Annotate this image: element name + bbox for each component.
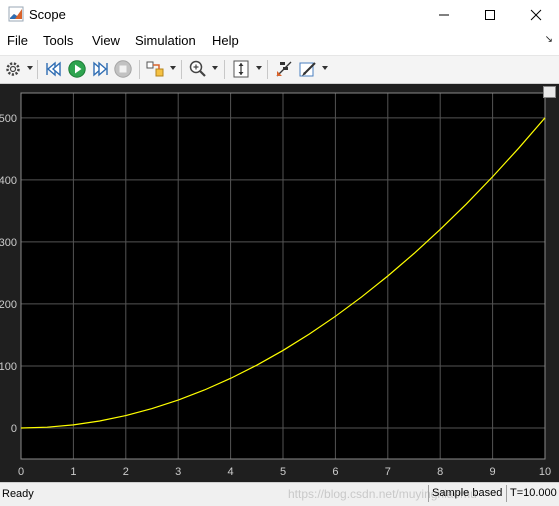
status-ready: Ready [2, 488, 34, 500]
step-back-icon[interactable] [44, 59, 64, 79]
menu-help[interactable]: Help [212, 33, 239, 48]
x-tick-label: 10 [539, 466, 551, 478]
style-dropdown-icon[interactable] [322, 66, 328, 70]
window-title: Scope [29, 7, 66, 22]
menu-tools[interactable]: Tools [43, 33, 73, 48]
stop-icon[interactable] [113, 59, 133, 79]
toolbar-separator [224, 60, 225, 79]
step-forward-icon[interactable] [90, 59, 110, 79]
settings-icon[interactable] [4, 59, 22, 79]
x-tick-label: 7 [385, 466, 391, 478]
menu-file[interactable]: File [7, 33, 28, 48]
maximize-button[interactable] [467, 0, 513, 30]
y-tick-label: 400 [0, 175, 17, 187]
line-plot[interactable]: 0 1 2 3 4 5 6 7 8 9 100100200300400500 [0, 84, 559, 482]
title-bar: Scope [0, 0, 559, 30]
zoom-dropdown-icon[interactable] [212, 66, 218, 70]
autoscale-icon[interactable] [231, 59, 251, 79]
close-icon [530, 9, 542, 21]
x-tick-label: 4 [228, 466, 234, 478]
undock-button[interactable] [543, 86, 556, 98]
x-tick-label: 9 [490, 466, 496, 478]
menu-bar: File Tools View Simulation Help ↘ [0, 30, 559, 52]
x-tick-label: 3 [175, 466, 181, 478]
close-button[interactable] [513, 0, 559, 30]
x-tick-label: 0 [18, 466, 24, 478]
toolbar-separator [139, 60, 140, 79]
status-sample-mode: Sample based [428, 485, 506, 502]
y-tick-label: 300 [0, 237, 17, 249]
y-tick-label: 0 [11, 423, 17, 435]
matlab-logo-icon [8, 6, 24, 22]
maximize-icon [485, 10, 495, 20]
toolbar [0, 55, 559, 84]
dock-arrow-icon[interactable]: ↘ [545, 34, 553, 45]
highlight-dropdown-icon[interactable] [170, 66, 176, 70]
minimize-button[interactable] [421, 0, 467, 30]
toolbar-separator [267, 60, 268, 79]
settings-dropdown-icon[interactable] [27, 66, 33, 70]
y-tick-label: 200 [0, 299, 17, 311]
highlight-block-icon[interactable] [145, 59, 165, 79]
menu-simulation[interactable]: Simulation [135, 33, 196, 48]
zoom-icon[interactable] [188, 59, 208, 79]
minimize-icon [439, 14, 449, 16]
x-tick-label: 8 [437, 466, 443, 478]
x-tick-label: 5 [280, 466, 286, 478]
scope-display[interactable]: 0 1 2 3 4 5 6 7 8 9 10 0 100 200 300 400 500 [0, 84, 559, 482]
x-tick-label: 6 [332, 466, 338, 478]
y-tick-label: 500 [0, 113, 17, 125]
run-icon[interactable] [67, 59, 87, 79]
x-tick-label: 2 [123, 466, 129, 478]
style-icon[interactable] [298, 59, 318, 79]
menu-view[interactable]: View [92, 33, 120, 48]
y-tick-label: 100 [0, 361, 17, 373]
x-tick-label: 1 [70, 466, 76, 478]
status-bar: Ready https://blog.csdn.net/muyingniaomu… [0, 482, 559, 506]
toolbar-separator [181, 60, 182, 79]
cursor-measure-icon[interactable] [274, 59, 294, 79]
status-sim-time: T=10.000 [506, 485, 559, 502]
autoscale-dropdown-icon[interactable] [256, 66, 262, 70]
toolbar-separator [37, 60, 38, 79]
